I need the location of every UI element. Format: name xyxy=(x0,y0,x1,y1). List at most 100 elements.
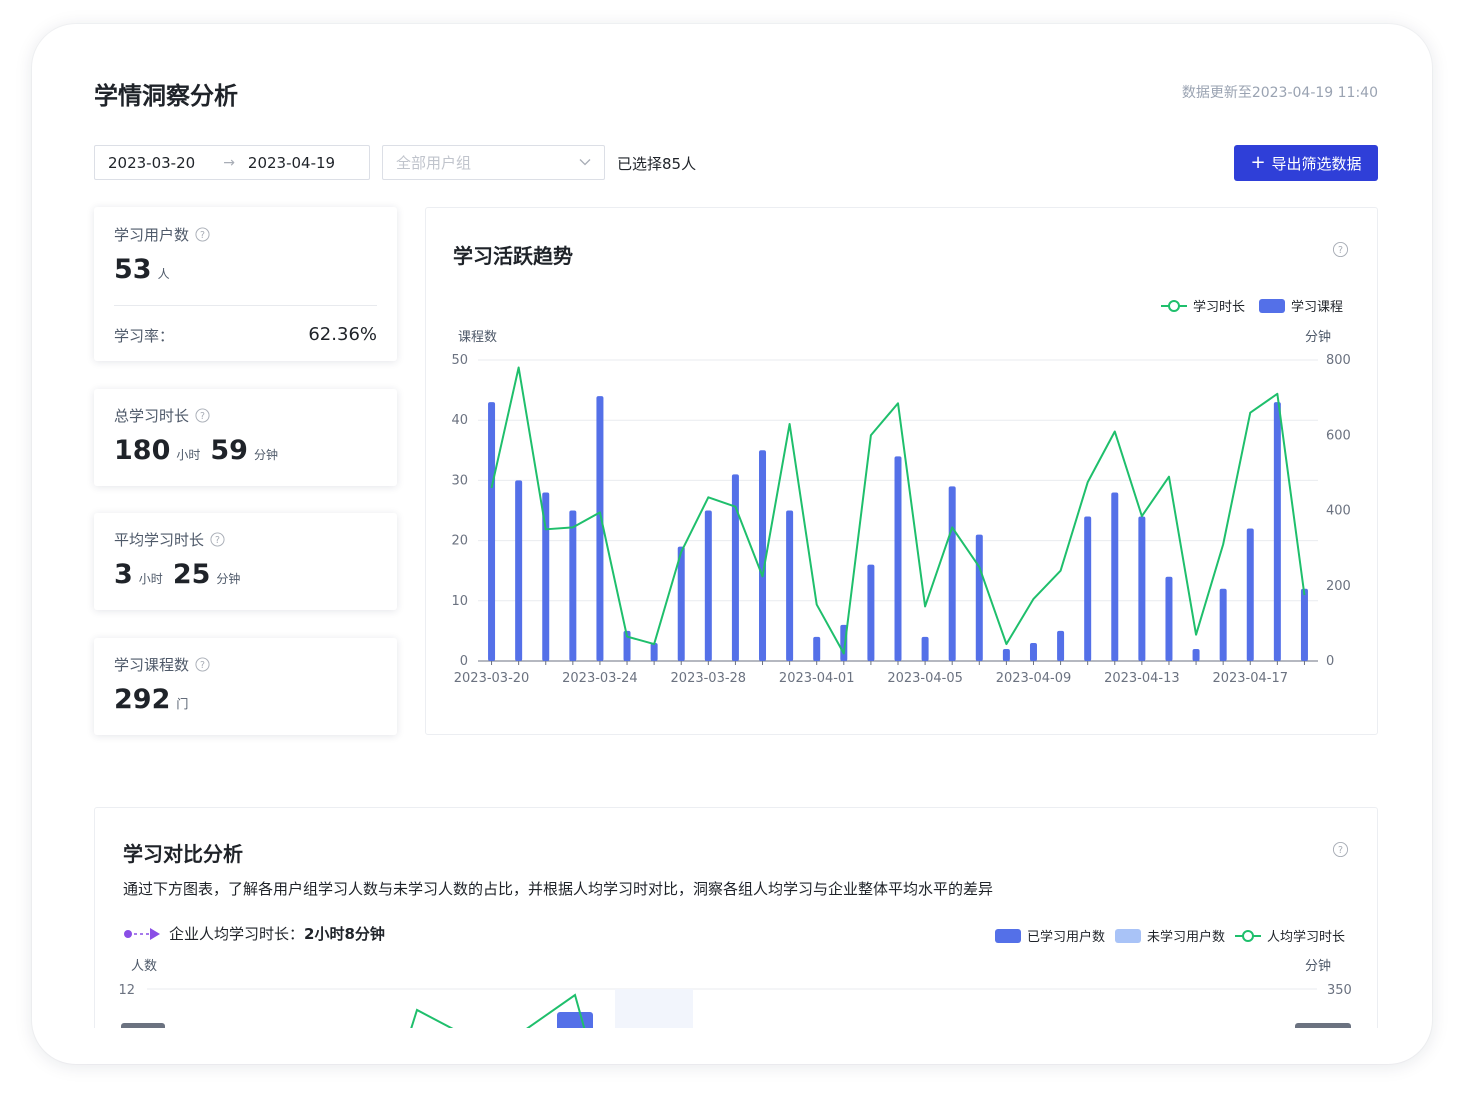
bar xyxy=(1002,648,1010,661)
trend-panel: 学习活跃趋势 ? 学习时长 学习课程 课程数 分钟 0 10 20 30 40 50 0 200 400… xyxy=(425,207,1378,735)
stat-total-time-value-row: 180 小时 59 分钟 xyxy=(114,435,288,466)
chevron-down-icon xyxy=(579,159,591,166)
bar xyxy=(1084,516,1092,661)
stat-card-total-time: 总学习时长 ? 180 小时 59 分钟 xyxy=(94,389,397,486)
stat-users-label-row: 学习用户数 ? xyxy=(114,224,210,245)
export-button-label: 导出筛选数据 xyxy=(1271,154,1362,173)
svg-text:?: ? xyxy=(200,411,205,422)
stat-users-value: 53 xyxy=(114,254,152,285)
page-title: 学情洞察分析 xyxy=(94,82,238,110)
y-tick-label: 10 xyxy=(451,594,468,609)
bar xyxy=(515,480,523,661)
bar xyxy=(759,450,767,661)
bar xyxy=(704,510,712,661)
stat-avg-minutes: 25 xyxy=(172,559,211,590)
stat-card-users: 学习用户数 ? 53 人 学习率： 62.36% xyxy=(94,207,397,361)
compare-chart: 人数 分钟 12 350 xyxy=(118,958,1352,1028)
stat-avg-time-label-row: 平均学习时长 ? xyxy=(114,529,225,550)
stat-card-avg-time: 平均学习时长 ? 3 小时 25 分钟 xyxy=(94,513,397,610)
bar xyxy=(948,486,956,661)
y-axis-title: 人数 xyxy=(131,959,157,974)
export-data-button[interactable]: + 导出筛选数据 xyxy=(1234,145,1378,181)
x-tick-label: 2023-04-13 xyxy=(1104,671,1180,686)
divider xyxy=(114,305,377,306)
y2-axis-title: 分钟 xyxy=(1305,329,1331,345)
stat-users-value-row: 53 人 xyxy=(114,254,180,285)
trend-legend: 学习时长 学习课程 xyxy=(1161,299,1343,315)
legend-label: 学习时长 xyxy=(1193,299,1245,315)
help-icon[interactable]: ? xyxy=(210,532,225,547)
bar xyxy=(650,642,658,661)
bar xyxy=(569,510,577,661)
update-time: 数据更新至2023-04-19 11:40 xyxy=(1181,85,1378,101)
bar xyxy=(1138,516,1146,661)
x-tick-label: 2023-03-28 xyxy=(671,671,747,686)
date-start[interactable]: 2023-03-20 xyxy=(108,154,195,172)
bar xyxy=(1273,402,1281,661)
x-tick-label: 2023-04-05 xyxy=(887,671,963,686)
date-end[interactable]: 2023-04-19 xyxy=(248,154,335,172)
y2-tick-label: 600 xyxy=(1326,428,1351,443)
bar xyxy=(1029,642,1037,661)
plus-icon: + xyxy=(1250,152,1266,173)
x-tick-label: 2023-04-09 xyxy=(996,671,1072,686)
x-tick-label: 2023-04-01 xyxy=(779,671,855,686)
user-group-select[interactable]: 全部用户组 xyxy=(382,145,605,180)
y-tick-label: 0 xyxy=(460,654,468,669)
stat-total-hours: 180 xyxy=(114,435,171,466)
y2-tick-label: 800 xyxy=(1326,353,1351,368)
page-content: 学情洞察分析 数据更新至2023-04-19 11:40 2023-03-20 … xyxy=(32,24,1432,1028)
help-icon[interactable]: ? xyxy=(195,227,210,242)
stat-courses-value-row: 292 门 xyxy=(114,684,198,715)
stat-users-label: 学习用户数 xyxy=(114,226,190,244)
y-tick-label: 20 xyxy=(451,534,468,549)
bar xyxy=(1246,528,1254,661)
stat-avg-hours: 3 xyxy=(114,559,133,590)
y-tick-label: 12 xyxy=(118,983,135,998)
bar xyxy=(786,510,794,661)
stat-total-time-label: 总学习时长 xyxy=(114,407,190,425)
rate-value: 62.36% xyxy=(308,324,377,345)
y-tick-label: 50 xyxy=(451,353,468,368)
stat-courses-unit: 门 xyxy=(176,697,189,711)
stat-total-time-label-row: 总学习时长 ? xyxy=(114,405,210,426)
bar xyxy=(813,636,821,661)
stat-courses-label-row: 学习课程数 ? xyxy=(114,654,210,675)
svg-text:?: ? xyxy=(215,535,220,546)
y2-tick-label: 350 xyxy=(1327,983,1352,998)
date-range-picker[interactable]: 2023-03-20 → 2023-04-19 xyxy=(94,145,370,180)
stat-avg-time-value-row: 3 小时 25 分钟 xyxy=(114,559,250,590)
svg-text:?: ? xyxy=(200,660,205,671)
date-range-arrow-icon: → xyxy=(223,154,235,171)
bar xyxy=(1111,492,1119,661)
stat-hours-unit: 小时 xyxy=(176,448,201,462)
app-window: 学情洞察分析 数据更新至2023-04-19 11:40 2023-03-20 … xyxy=(32,24,1432,1064)
bar xyxy=(1219,588,1227,661)
stat-card-courses: 学习课程数 ? 292 门 xyxy=(94,638,397,735)
y-tick-label: 40 xyxy=(451,413,468,428)
compare-panel: 学习对比分析 ? 通过下方图表，了解各用户组学习人数与未学习人数的占比，并根据人… xyxy=(94,807,1378,1028)
bar xyxy=(1300,588,1308,661)
y2-tick-label: 0 xyxy=(1326,654,1334,669)
legend-label: 学习课程 xyxy=(1291,299,1343,315)
stat-minutes-unit: 分钟 xyxy=(216,572,241,586)
legend-swatch xyxy=(1259,299,1285,313)
y2-axis-title: 分钟 xyxy=(1305,958,1331,974)
rate-label: 学习率： xyxy=(114,327,175,345)
trend-chart: 学习时长 学习课程课程数 分钟 0 10 20 30 40 50 0 200 400 600 800 202… xyxy=(451,299,1351,686)
bar xyxy=(1192,648,1200,661)
series-line xyxy=(410,1008,454,1028)
help-icon[interactable]: ? xyxy=(195,657,210,672)
bar xyxy=(731,474,739,661)
help-icon[interactable]: ? xyxy=(195,408,210,423)
x-tick-label: 2023-03-20 xyxy=(454,671,530,686)
bar xyxy=(975,534,983,661)
bar xyxy=(1165,576,1173,661)
stat-users-unit: 人 xyxy=(157,267,170,281)
bar xyxy=(557,1012,593,1028)
stat-courses-value: 292 xyxy=(114,684,171,715)
y2-tick-label: 400 xyxy=(1326,504,1351,519)
bar xyxy=(867,564,875,661)
selected-count: 已选择85人 xyxy=(617,155,697,173)
bar xyxy=(488,402,496,661)
